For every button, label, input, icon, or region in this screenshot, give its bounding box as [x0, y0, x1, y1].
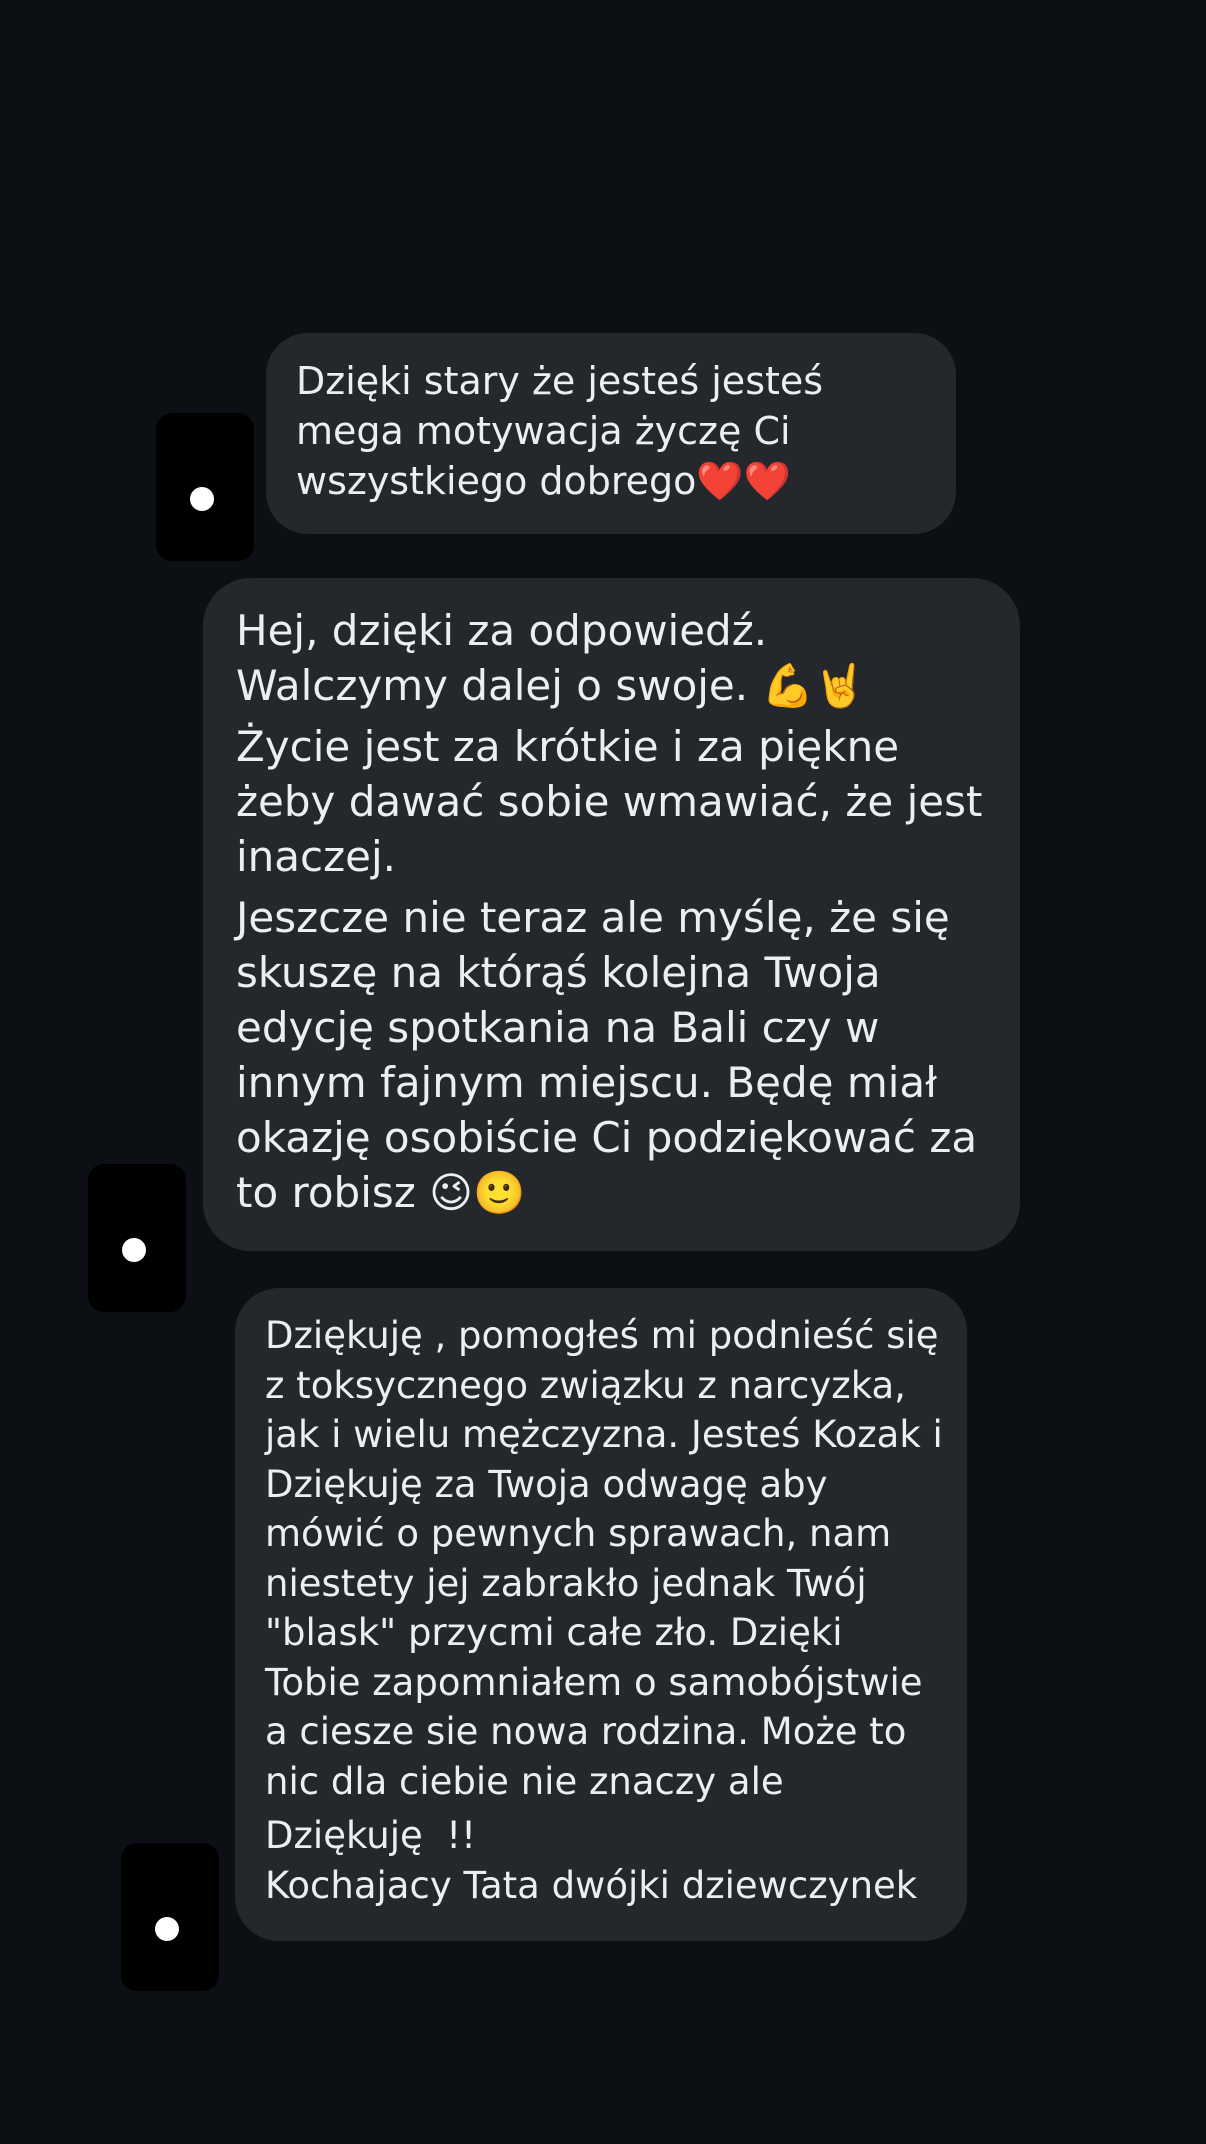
message-text: Hej, dzięki za odpowiedź. Walczymy dalej… — [236, 606, 867, 710]
sender-avatar[interactable] — [121, 1843, 219, 1991]
sender-avatar[interactable] — [88, 1164, 186, 1312]
message-bubble[interactable]: Dzięki stary że jesteś jesteś mega motyw… — [266, 333, 956, 534]
message-text: Dziękuję !! — [265, 1814, 476, 1857]
message-text: Jeszcze nie teraz ale myślę, że się skus… — [236, 893, 991, 1217]
message-text: Dziękuję , pomogłeś mi podnieść się z to… — [265, 1314, 955, 1803]
message-bubble[interactable]: Hej, dzięki za odpowiedź. Walczymy dalej… — [203, 578, 1020, 1251]
avatar-dot-icon — [122, 1238, 146, 1262]
avatar-dot-icon — [190, 487, 214, 511]
avatar-dot-icon — [155, 1917, 179, 1941]
message-bubble[interactable]: Dziękuję , pomogłeś mi podnieść się z to… — [235, 1288, 967, 1941]
sender-avatar[interactable] — [156, 413, 254, 561]
message-text: Dzięki stary że jesteś jesteś mega motyw… — [296, 359, 836, 503]
message-text: Życie jest za krótkie i za piękne żeby d… — [236, 722, 996, 881]
message-text: Kochajacy Tata dwójki dziewczynek — [265, 1863, 918, 1907]
